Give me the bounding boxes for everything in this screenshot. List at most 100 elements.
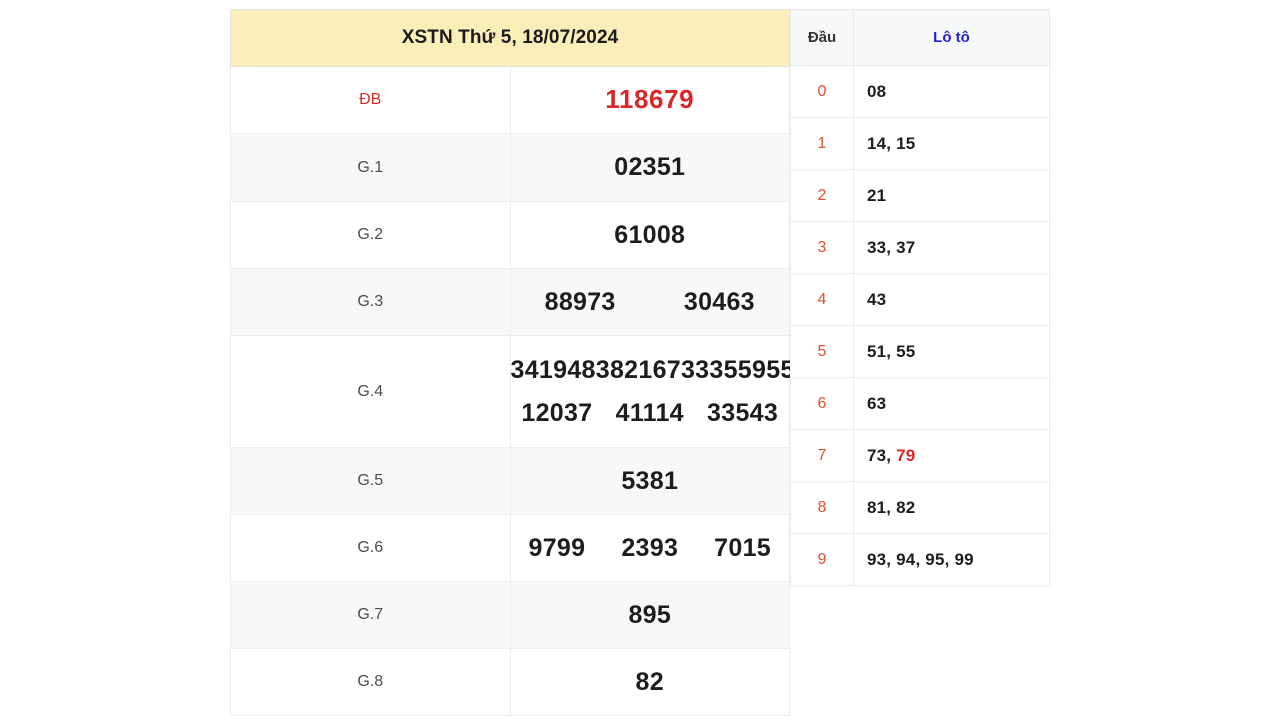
prize-number: 82 [635, 667, 664, 696]
prize-row: G.5 5381 [230, 447, 790, 515]
prize-number: 83821 [581, 356, 653, 385]
loto-values: 21 [853, 169, 1050, 222]
loto-row: 9 93, 94, 95, 99 [790, 533, 1050, 586]
prize-label: G.7 [230, 581, 511, 649]
loto-row: 3 33, 37 [790, 221, 1050, 274]
prize-number-line: 12037 41114 33543 [511, 398, 790, 427]
prize-label: G.6 [230, 514, 511, 582]
prize-row: G.8 82 [230, 648, 790, 716]
loto-table: Đầu Lô tô 0 08 1 14, 15 2 21 3 33, 37 4 43 5 51, 55… [790, 9, 1050, 586]
loto-row: 2 21 [790, 169, 1050, 222]
loto-values: 51, 55 [853, 325, 1050, 378]
prize-label: G.1 [230, 133, 511, 202]
loto-header-dau: Đầu [790, 9, 854, 66]
prize-values-cell: 88973 30463 [509, 268, 790, 336]
prize-number: 2393 [621, 533, 679, 562]
prize-label: G.3 [230, 268, 511, 336]
loto-dau-digit: 9 [790, 533, 854, 586]
prize-values-cell: 5381 [509, 447, 790, 515]
loto-header-row: Đầu Lô tô [790, 9, 1050, 66]
loto-row: 7 73, 79 [790, 429, 1050, 482]
loto-row: 6 63 [790, 377, 1050, 430]
loto-values-text: 43 [867, 289, 887, 309]
prize-number-stack: 895 [511, 600, 790, 629]
prize-values-cell: 02351 [509, 133, 790, 202]
loto-dau-digit: 5 [790, 325, 854, 378]
prize-number-stack: 88973 30463 [511, 287, 790, 316]
prize-values-cell: 61008 [509, 201, 790, 269]
loto-rows-container: 0 08 1 14, 15 2 21 3 33, 37 4 43 5 51, 55 6 63 7 73, 79… [790, 65, 1050, 586]
prize-row: G.6 9799 2393 7015 [230, 514, 790, 582]
prize-number-line: 82 [511, 667, 790, 696]
prize-number-line: 9799 2393 7015 [511, 533, 790, 562]
prize-values-cell: 9799 2393 7015 [509, 514, 790, 582]
loto-values-text: 93, 94, 95, 99 [867, 549, 974, 569]
loto-values-text: 81, 82 [867, 497, 916, 517]
prize-label: G.4 [230, 335, 511, 448]
prize-number: 41114 [615, 398, 684, 427]
loto-values: 43 [853, 273, 1050, 326]
prize-number: 12037 [521, 398, 593, 427]
loto-values-text: 33, 37 [867, 237, 916, 257]
prize-number-line: 118679 [511, 84, 790, 115]
prize-number-line: 895 [511, 600, 790, 629]
loto-values: 81, 82 [853, 481, 1050, 534]
loto-row: 8 81, 82 [790, 481, 1050, 534]
loto-dau-digit: 4 [790, 273, 854, 326]
loto-dau-digit: 2 [790, 169, 854, 222]
prize-number: 61008 [614, 220, 686, 249]
loto-row: 0 08 [790, 65, 1050, 118]
loto-table-head: Đầu Lô tô [790, 9, 1050, 66]
loto-row: 1 14, 15 [790, 117, 1050, 170]
prize-number: 5381 [621, 466, 679, 495]
prize-row: G.4 34194 83821 67333 55955 12037 41114 33543 [230, 335, 795, 448]
loto-values-text: 21 [867, 185, 887, 205]
prize-number-line: 34194 83821 67333 55955 [510, 356, 795, 385]
prize-number-stack: 61008 [511, 220, 790, 249]
special-prize-number: 118679 [605, 84, 695, 115]
prize-number: 9799 [528, 533, 586, 562]
prize-values-cell: 118679 [509, 66, 790, 134]
loto-values-text: 08 [867, 81, 887, 101]
prize-number: 02351 [614, 153, 686, 182]
prize-number-line: 61008 [511, 220, 790, 249]
loto-values: 73, 79 [853, 429, 1050, 482]
loto-dau-digit: 3 [790, 221, 854, 274]
prize-number-stack: 82 [511, 667, 790, 696]
prize-number-line: 02351 [511, 153, 790, 182]
prize-row: G.3 88973 30463 [230, 268, 790, 336]
prize-row: G.2 61008 [230, 201, 790, 269]
prize-row: G.7 895 [230, 581, 790, 649]
prize-label: G.5 [230, 447, 511, 515]
loto-dau-digit: 1 [790, 117, 854, 170]
loto-row: 4 43 [790, 273, 1050, 326]
prize-number: 33543 [707, 398, 779, 427]
loto-values-text: 51, 55 [867, 341, 916, 361]
prize-label: ĐB [230, 66, 511, 134]
prize-number: 895 [628, 600, 672, 629]
loto-dau-digit: 7 [790, 429, 854, 482]
prize-values-cell: 34194 83821 67333 55955 12037 41114 33543 [509, 335, 795, 448]
prize-number: 55955 [723, 356, 795, 385]
prize-number-stack: 118679 [511, 84, 790, 115]
prize-number-stack: 9799 2393 7015 [511, 533, 790, 562]
prize-row: G.1 02351 [230, 133, 790, 202]
loto-values: 63 [853, 377, 1050, 430]
loto-dau-digit: 8 [790, 481, 854, 534]
prize-number-line: 5381 [511, 466, 790, 495]
prize-number: 34194 [510, 356, 582, 385]
prize-label: G.8 [230, 648, 511, 716]
loto-highlighted-value: 79 [896, 445, 916, 465]
loto-values: 93, 94, 95, 99 [853, 533, 1050, 586]
prize-number-stack: 5381 [511, 466, 790, 495]
results-table: XSTN Thứ 5, 18/07/2024 ĐB 118679 G.1 02351 G… [230, 9, 795, 716]
results-header-row: XSTN Thứ 5, 18/07/2024 [230, 9, 790, 67]
results-header-title: XSTN Thứ 5, 18/07/2024 [230, 9, 790, 67]
loto-header-loto: Lô tô [853, 9, 1050, 66]
prize-number-stack: 34194 83821 67333 55955 12037 41114 33543 [510, 356, 795, 427]
prize-number: 88973 [544, 287, 616, 316]
loto-dau-digit: 0 [790, 65, 854, 118]
prize-row: ĐB 118679 [230, 66, 790, 134]
prize-number: 67333 [652, 356, 724, 385]
prize-rows-container: ĐB 118679 G.1 02351 G.2 61008 G.3 88973 30463 G.4… [230, 66, 795, 716]
